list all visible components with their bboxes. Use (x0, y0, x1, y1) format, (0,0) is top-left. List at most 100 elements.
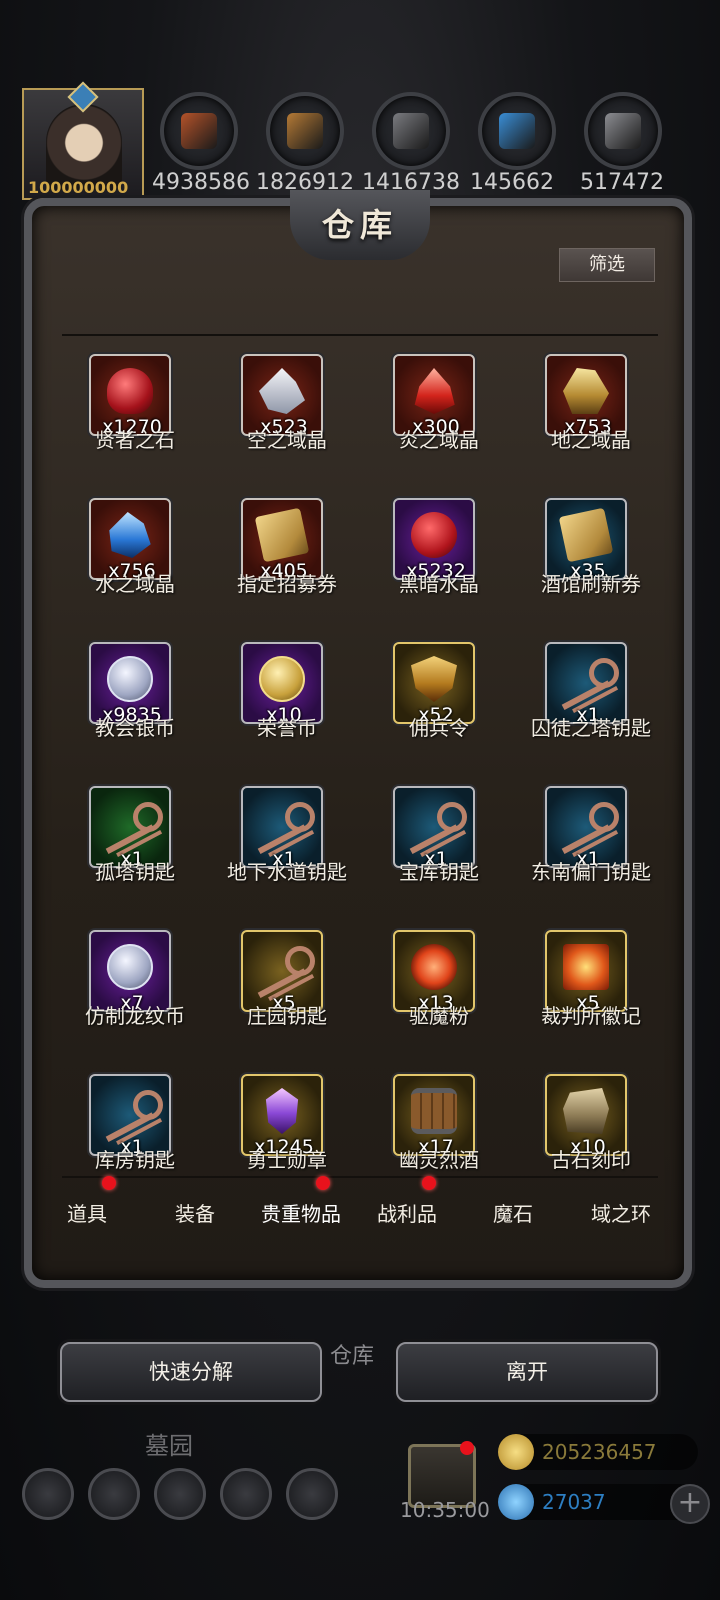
inventory-item[interactable]: x756 水之域晶 (60, 484, 210, 624)
gem-icon (498, 1484, 534, 1520)
item-name: 酒馆刷新券 (541, 572, 641, 596)
fire-icon (414, 368, 455, 414)
iron-icon (584, 92, 662, 170)
inventory-item[interactable]: x1 东南偏门钥匙 (516, 772, 660, 912)
inventory-item[interactable]: x13 驱魔粉 (364, 916, 514, 1056)
location-label: 墓园 (145, 1432, 193, 1460)
barrel-icon (411, 1088, 457, 1134)
key-icon (249, 802, 317, 842)
map-icon[interactable] (286, 1468, 338, 1520)
wood-icon (266, 92, 344, 170)
mail-icon[interactable] (220, 1468, 272, 1520)
shard-icon (259, 368, 305, 414)
item-name: 东南偏门钥匙 (531, 860, 651, 884)
tab-0[interactable]: 道具 (32, 1198, 142, 1227)
page-title: 仓库 (321, 206, 398, 244)
building-icon[interactable] (154, 1468, 206, 1520)
shield-icon (411, 656, 457, 702)
key-icon (553, 658, 621, 698)
gold-display: 205236457 (498, 1434, 698, 1470)
gold-icon (498, 1434, 534, 1470)
badge-icon (563, 944, 609, 990)
tab-notification-dot (102, 1176, 116, 1190)
coin-icon (107, 944, 153, 990)
resource-gem (287, 113, 323, 149)
item-name: 古石刻印 (551, 1148, 631, 1172)
divider-bottom (62, 1176, 658, 1178)
earth-icon (563, 368, 609, 414)
settings-icon[interactable] (22, 1468, 74, 1520)
leave-button[interactable]: 离开 (396, 1342, 658, 1402)
key-icon (553, 802, 621, 842)
avatar-value: 100000000 (28, 178, 129, 197)
rock-icon (563, 1088, 609, 1134)
inventory-item[interactable]: x52 佣兵令 (364, 628, 514, 768)
tab-1[interactable]: 装备 (140, 1198, 250, 1227)
tab-3[interactable]: 战利品 (352, 1198, 462, 1227)
gcoin-icon (259, 656, 305, 702)
stone-icon (372, 92, 450, 170)
inventory-item[interactable]: x10 荣誉币 (212, 628, 362, 768)
water-icon (109, 512, 151, 558)
hero-icon[interactable] (88, 1468, 140, 1520)
key-icon (249, 946, 317, 986)
resource-gem (605, 113, 641, 149)
scroll-icon (558, 507, 614, 563)
inventory-item[interactable]: x1270 贤者之石 (60, 340, 210, 480)
tab-5[interactable]: 域之环 (566, 1198, 676, 1227)
inventory-item[interactable]: x5232 黑暗水晶 (364, 484, 514, 624)
timer: 10:35:00 (400, 1498, 490, 1522)
inventory-item[interactable]: x1 宝库钥匙 (364, 772, 514, 912)
inventory-item[interactable]: x10 古石刻印 (516, 1060, 660, 1174)
divider-top (62, 334, 658, 336)
inventory-item[interactable]: x35 酒馆刷新券 (516, 484, 660, 624)
item-grid: x1270 贤者之石 x523 空之域晶 x300 炎之域晶 x753 地之域晶 x756 水之域… (60, 340, 660, 1174)
filter-button[interactable]: 筛选 (559, 248, 655, 282)
inventory-item[interactable]: x1 囚徒之塔钥匙 (516, 628, 660, 768)
gem-value: 27037 (542, 1490, 606, 1514)
gift-notification-dot (460, 1441, 474, 1455)
key-icon (401, 802, 469, 842)
quick-decompose-button[interactable]: 快速分解 (60, 1342, 322, 1402)
inventory-item[interactable]: x1 孤塔钥匙 (60, 772, 210, 912)
add-currency-button[interactable]: + (670, 1484, 710, 1524)
item-name: 地之域晶 (551, 428, 631, 452)
tab-notification-dot (316, 1176, 330, 1190)
inventory-item[interactable]: x5 庄园钥匙 (212, 916, 362, 1056)
inventory-item[interactable]: x17 幽灵烈酒 (364, 1060, 514, 1174)
category-tabs: 道具 装备 贵重物品 战利品 魔石 域之环 (44, 1176, 676, 1246)
resource-gem (393, 113, 429, 149)
inventory-item[interactable]: x753 地之域晶 (516, 340, 660, 480)
resource-value: 145662 (470, 170, 554, 195)
item-name: 囚徒之塔钥匙 (531, 716, 651, 740)
gem-display: 27037 (498, 1484, 698, 1520)
gold-value: 205236457 (542, 1440, 657, 1464)
resource-gem (499, 113, 535, 149)
warehouse-background-label: 仓库 (330, 1344, 375, 1369)
resource-value: 517472 (580, 170, 664, 195)
stone-icon (107, 368, 153, 414)
inventory-item[interactable]: x1245 勇士勋章 (212, 1060, 362, 1174)
powder-icon (411, 944, 457, 990)
dark-icon (411, 512, 457, 558)
resource-gem (181, 113, 217, 149)
inventory-item[interactable]: x300 炎之域晶 (364, 340, 514, 480)
meat-icon (160, 92, 238, 170)
crystal-icon (478, 92, 556, 170)
scroll-icon (254, 507, 310, 563)
tab-2[interactable]: 贵重物品 (246, 1198, 356, 1227)
key-icon (97, 1090, 165, 1130)
key-icon (97, 802, 165, 842)
inventory-item[interactable]: x5 裁判所徽记 (516, 916, 660, 1056)
inventory-item[interactable]: x405 指定招募券 (212, 484, 362, 624)
inventory-item[interactable]: x9835 教会银币 (60, 628, 210, 768)
item-name: 裁判所徽记 (541, 1004, 641, 1028)
resource-value: 4938586 (152, 170, 250, 195)
inventory-item[interactable]: x1 库房钥匙 (60, 1060, 210, 1174)
inventory-item[interactable]: x1 地下水道钥匙 (212, 772, 362, 912)
coin-icon (107, 656, 153, 702)
gem2-icon (265, 1088, 299, 1134)
tab-4[interactable]: 魔石 (458, 1198, 568, 1227)
inventory-item[interactable]: x523 空之域晶 (212, 340, 362, 480)
inventory-item[interactable]: x7 仿制龙纹币 (60, 916, 210, 1056)
